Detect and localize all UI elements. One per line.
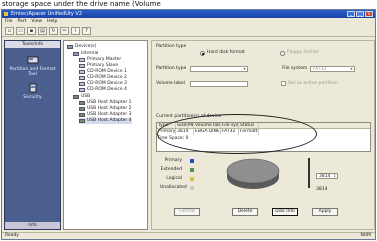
partition-type-field-label: Partition type [156,66,187,71]
info-icon[interactable]: i [71,27,80,35]
extended-swatch [190,167,194,172]
partition-type-group-label: Partition type [156,44,187,49]
partition-panel: Partition type Hard disk format Floppy f… [151,40,375,230]
status-num: NUM [360,233,371,238]
file-system-label: File system [282,66,308,71]
status-text: Ready [5,233,19,238]
legend-label: Extended [160,167,182,172]
drive-icon [79,58,85,62]
legend-label: Primary [164,158,182,163]
help-icon[interactable]: ? [82,27,91,35]
new-icon[interactable]: ▫ [5,27,14,35]
size-spinner-value: 3814 [319,174,331,179]
format-button[interactable]: Format [174,208,200,216]
size-bar [308,158,310,188]
legend-logical: Logical [160,176,194,181]
usb-device-icon [79,101,85,105]
disk-info-button[interactable]: Disk Info [272,208,298,216]
delete-button[interactable]: Delete [232,208,258,216]
floppy-format-label: Floppy format [287,50,319,55]
logical-swatch [190,176,194,181]
apply-button[interactable]: Apply [312,208,338,216]
set-active-label: Set as active partition [288,81,338,86]
primary-swatch [190,158,194,163]
print-icon[interactable]: ▤ [38,27,47,35]
open-icon[interactable]: ▭ [16,27,25,35]
usb-device-icon [79,113,85,117]
minimize-button[interactable]: _ [347,11,355,17]
status-bar: Ready NUM [2,232,375,239]
cdrom-icon [79,70,85,74]
menu-help[interactable]: Help [47,18,57,25]
partition-format-tool-item[interactable]: Partition and Format Tool [5,55,60,77]
caption-text: storage space under the drive name (Volu… [2,0,161,8]
legend-label: Logical [166,176,182,181]
tree-root-label: Device(s) [75,44,97,49]
partition-type-select[interactable]: ▾ [190,66,248,72]
hard-disk-format-radio[interactable] [200,51,205,56]
info-tab[interactable]: Info [5,222,60,229]
volume-label-label: Volume label [156,81,186,86]
menu-file[interactable]: File [5,18,13,25]
toolbar: ▫ ▭ ▪ ▤ ↻ ✂ i ? [2,25,375,37]
pie-top [226,158,280,184]
window-controls: _ □ × [347,11,373,17]
app-window: Emtec/Apacer UnifiedUty V2 _ □ × File Pa… [1,9,376,240]
cdrom-icon [79,76,85,80]
usb-icon [73,95,79,99]
save-icon[interactable]: ▪ [27,27,36,35]
floppy-format-radio[interactable] [280,51,285,56]
partition-format-tool-label: Partition and Format Tool [9,67,56,77]
chevron-down-icon: ▾ [243,66,246,71]
tree-item-usb-4[interactable]: USB Host Adapter 4 [79,118,132,124]
highlight-ellipse [157,114,317,154]
cdrom-icon [79,82,85,86]
disk-tool-icon [27,56,38,64]
unallocated-swatch [190,185,194,190]
menu-view[interactable]: View [31,18,42,25]
tools-pane: Tools/Info Partition and Format Tool Sec… [4,40,61,230]
tree-root[interactable]: Device(s) [67,44,96,50]
file-system-select[interactable]: FAT32 ▾ [310,66,355,72]
set-active-checkbox[interactable] [281,81,286,86]
device-tree: Device(s) Internal Primary Master Primar… [63,40,148,230]
size-spinner[interactable]: 3814 ↕ [316,173,338,179]
cut-icon[interactable]: ✂ [60,27,69,35]
chevron-down-icon: ▾ [350,66,353,71]
volume-label-input[interactable] [190,81,248,87]
close-button[interactable]: × [365,11,373,17]
menu-bar: File Part View Help [2,18,375,25]
usb-device-icon [79,119,85,123]
refresh-icon[interactable]: ↻ [49,27,58,35]
usb-device-icon [79,107,85,111]
security-icon [29,83,36,93]
security-item[interactable]: Security [5,83,60,100]
menu-part[interactable]: Part [18,18,27,25]
window-title: Emtec/Apacer UnifiedUty V2 [11,11,83,17]
tools-pane-title: Tools/Info [5,41,60,48]
file-system-value: FAT32 [313,67,327,72]
legend-label: Unallocated [160,185,187,190]
app-icon [4,12,8,16]
spinner-arrows-icon: ↕ [332,173,337,178]
security-label: Security [23,95,42,100]
legend-unallocated: Unallocated [160,185,194,190]
drive-icon [79,64,85,68]
maximize-button[interactable]: □ [356,11,364,17]
legend-primary: Primary [160,158,194,163]
title-bar: Emtec/Apacer UnifiedUty V2 _ □ × [2,10,375,18]
computer-icon [67,45,73,49]
cdrom-icon [79,88,85,92]
tree-item-cdrom-4[interactable]: CD-ROM Device 4 [79,87,127,93]
disk-pie-chart [226,158,280,189]
tree-item-label: USB Host Adapter 4 [87,118,132,123]
total-size-text: 3814 [316,187,328,192]
legend-extended: Extended [160,167,194,172]
tree-item-label: CD-ROM Device 4 [87,87,127,92]
hard-disk-format-label: Hard disk format [207,50,245,55]
internal-icon [73,52,79,56]
